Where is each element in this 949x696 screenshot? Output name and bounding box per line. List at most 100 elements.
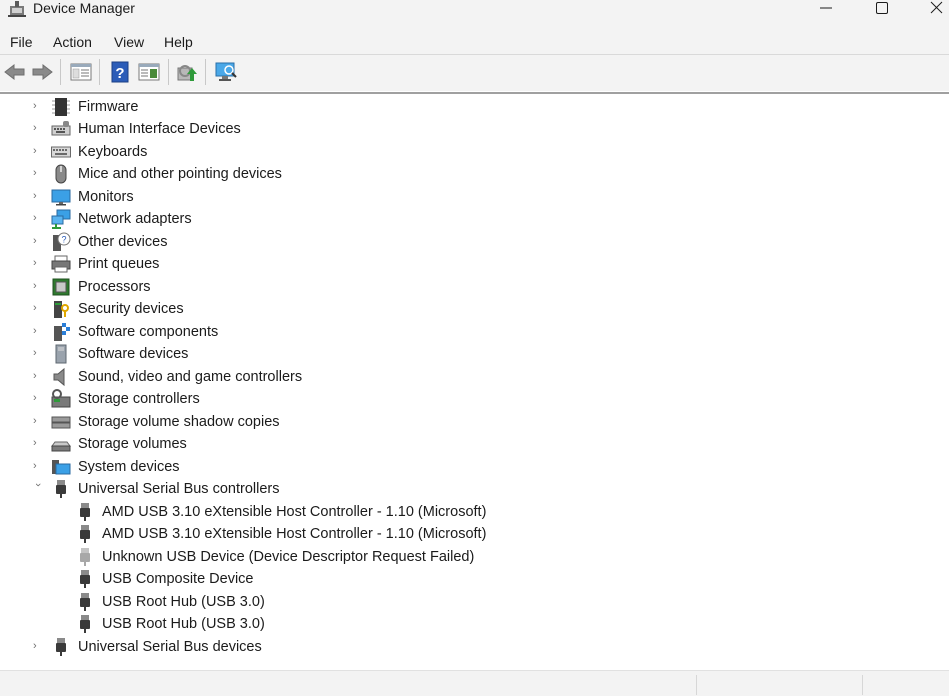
maximize-icon bbox=[876, 2, 888, 14]
minimize-icon bbox=[820, 7, 832, 9]
minimize-button[interactable] bbox=[806, 0, 846, 18]
scan-hardware-changes-icon[interactable] bbox=[214, 61, 238, 83]
drive-icon bbox=[51, 416, 71, 429]
show-hide-console-tree-icon[interactable] bbox=[69, 61, 93, 83]
tree-item-usb-composite-device[interactable]: USB Composite Device bbox=[0, 568, 949, 590]
tree-item-label: Human Interface Devices bbox=[78, 121, 241, 137]
toolbar: ? bbox=[0, 55, 949, 91]
chevron-right-icon[interactable]: › bbox=[33, 301, 43, 315]
tree-item-processors[interactable]: › Processors bbox=[0, 276, 949, 298]
usb-icon bbox=[80, 503, 90, 521]
update-driver-icon[interactable] bbox=[175, 61, 199, 83]
tree-item-software-components[interactable]: › Software components bbox=[0, 321, 949, 343]
tree-item-label: Processors bbox=[78, 279, 151, 295]
window-title: Device Manager bbox=[33, 0, 135, 16]
software-component-icon bbox=[54, 323, 70, 341]
tree-item-system-devices[interactable]: › System devices bbox=[0, 456, 949, 478]
toolbar-separator bbox=[60, 59, 61, 85]
chevron-right-icon[interactable]: › bbox=[33, 279, 43, 293]
volume-icon bbox=[51, 441, 71, 452]
tree-item-unknown-usb-device[interactable]: Unknown USB Device (Device Descriptor Re… bbox=[0, 546, 949, 568]
chevron-right-icon[interactable]: › bbox=[33, 189, 43, 203]
maximize-button[interactable] bbox=[862, 0, 902, 18]
tree-item-label: Other devices bbox=[78, 234, 168, 250]
chevron-down-icon[interactable]: › bbox=[31, 483, 45, 493]
usb-icon bbox=[80, 593, 90, 611]
chevron-right-icon[interactable]: › bbox=[33, 459, 43, 473]
tree-item-print-queues[interactable]: › Print queues bbox=[0, 253, 949, 275]
tree-item-monitors[interactable]: › Monitors bbox=[0, 186, 949, 208]
back-arrow-icon[interactable] bbox=[3, 61, 27, 83]
close-button[interactable] bbox=[922, 0, 949, 18]
menu-view[interactable]: View bbox=[114, 34, 144, 50]
mouse-icon bbox=[55, 164, 67, 184]
keyboard-icon bbox=[51, 146, 71, 158]
tree-item-label: Network adapters bbox=[78, 211, 192, 227]
tree-item-network-adapters[interactable]: › Network adapters bbox=[0, 208, 949, 230]
network-adapter-icon bbox=[51, 209, 71, 229]
title-bar: Device Manager bbox=[0, 0, 949, 28]
toolbar-separator bbox=[168, 59, 169, 85]
unknown-device-icon: ? bbox=[53, 232, 71, 251]
svg-text:?: ? bbox=[115, 65, 124, 82]
menu-bar: File Action View Help bbox=[0, 28, 949, 54]
tree-item-label: Monitors bbox=[78, 189, 134, 205]
tree-item-usb-controllers[interactable]: › Universal Serial Bus controllers bbox=[0, 478, 949, 500]
toolbar-separator bbox=[99, 59, 100, 85]
tree-item-sound-video-game-controllers[interactable]: › Sound, video and game controllers bbox=[0, 366, 949, 388]
tree-item-usb-devices[interactable]: › Universal Serial Bus devices bbox=[0, 636, 949, 658]
tree-item-human-interface-devices[interactable]: › Human Interface Devices bbox=[0, 118, 949, 140]
tree-item-usb-root-hub[interactable]: USB Root Hub (USB 3.0) bbox=[0, 613, 949, 635]
tree-item-usb-host-controller[interactable]: AMD USB 3.10 eXtensible Host Controller … bbox=[0, 501, 949, 523]
chevron-right-icon[interactable]: › bbox=[33, 99, 43, 113]
device-tree: › Firmware › Human Interface Devices › K… bbox=[0, 94, 949, 670]
tree-item-label: Unknown USB Device (Device Descriptor Re… bbox=[102, 549, 475, 565]
chevron-right-icon[interactable]: › bbox=[33, 166, 43, 180]
tree-item-label: USB Root Hub (USB 3.0) bbox=[102, 616, 265, 632]
usb-icon bbox=[56, 480, 66, 498]
tree-item-mice[interactable]: › Mice and other pointing devices bbox=[0, 163, 949, 185]
tree-item-usb-root-hub[interactable]: USB Root Hub (USB 3.0) bbox=[0, 591, 949, 613]
tree-item-storage-volume-shadow-copies[interactable]: › Storage volume shadow copies bbox=[0, 411, 949, 433]
chevron-right-icon[interactable]: › bbox=[33, 144, 43, 158]
chevron-right-icon[interactable]: › bbox=[33, 369, 43, 383]
tree-item-software-devices[interactable]: › Software devices bbox=[0, 343, 949, 365]
chevron-right-icon[interactable]: › bbox=[33, 256, 43, 270]
tree-item-label: USB Composite Device bbox=[102, 571, 254, 587]
chevron-right-icon[interactable]: › bbox=[33, 121, 43, 135]
chevron-right-icon[interactable]: › bbox=[33, 436, 43, 450]
tree-item-security-devices[interactable]: › Security devices bbox=[0, 298, 949, 320]
tree-item-storage-volumes[interactable]: › Storage volumes bbox=[0, 433, 949, 455]
forward-arrow-icon[interactable] bbox=[30, 61, 54, 83]
usb-icon bbox=[56, 638, 66, 656]
hid-icon bbox=[51, 121, 71, 136]
chevron-right-icon[interactable]: › bbox=[33, 346, 43, 360]
tree-item-label: Keyboards bbox=[78, 144, 148, 160]
tree-item-label: System devices bbox=[78, 459, 180, 475]
menu-action[interactable]: Action bbox=[53, 34, 92, 50]
tree-item-keyboards[interactable]: › Keyboards bbox=[0, 141, 949, 163]
printer-icon bbox=[51, 255, 71, 273]
tree-item-storage-controllers[interactable]: › Storage controllers bbox=[0, 388, 949, 410]
security-device-icon bbox=[54, 301, 69, 318]
status-divider bbox=[696, 675, 697, 695]
storage-controller-icon bbox=[51, 389, 71, 408]
chevron-right-icon[interactable]: › bbox=[33, 324, 43, 338]
status-divider bbox=[862, 675, 863, 695]
processor-icon bbox=[52, 278, 70, 296]
properties-icon[interactable] bbox=[137, 61, 161, 83]
tree-item-usb-host-controller[interactable]: AMD USB 3.10 eXtensible Host Controller … bbox=[0, 523, 949, 545]
tree-item-firmware[interactable]: › Firmware bbox=[0, 96, 949, 118]
chevron-right-icon[interactable]: › bbox=[33, 211, 43, 225]
chevron-right-icon[interactable]: › bbox=[33, 414, 43, 428]
status-bar bbox=[0, 670, 949, 696]
menu-help[interactable]: Help bbox=[164, 34, 193, 50]
help-icon[interactable]: ? bbox=[108, 61, 132, 83]
chevron-right-icon[interactable]: › bbox=[33, 234, 43, 248]
usb-icon bbox=[80, 615, 90, 633]
chevron-right-icon[interactable]: › bbox=[33, 391, 43, 405]
chevron-right-icon[interactable]: › bbox=[33, 639, 43, 653]
tree-item-other-devices[interactable]: › ? Other devices bbox=[0, 231, 949, 253]
toolbar-separator bbox=[205, 59, 206, 85]
menu-file[interactable]: File bbox=[10, 34, 33, 50]
